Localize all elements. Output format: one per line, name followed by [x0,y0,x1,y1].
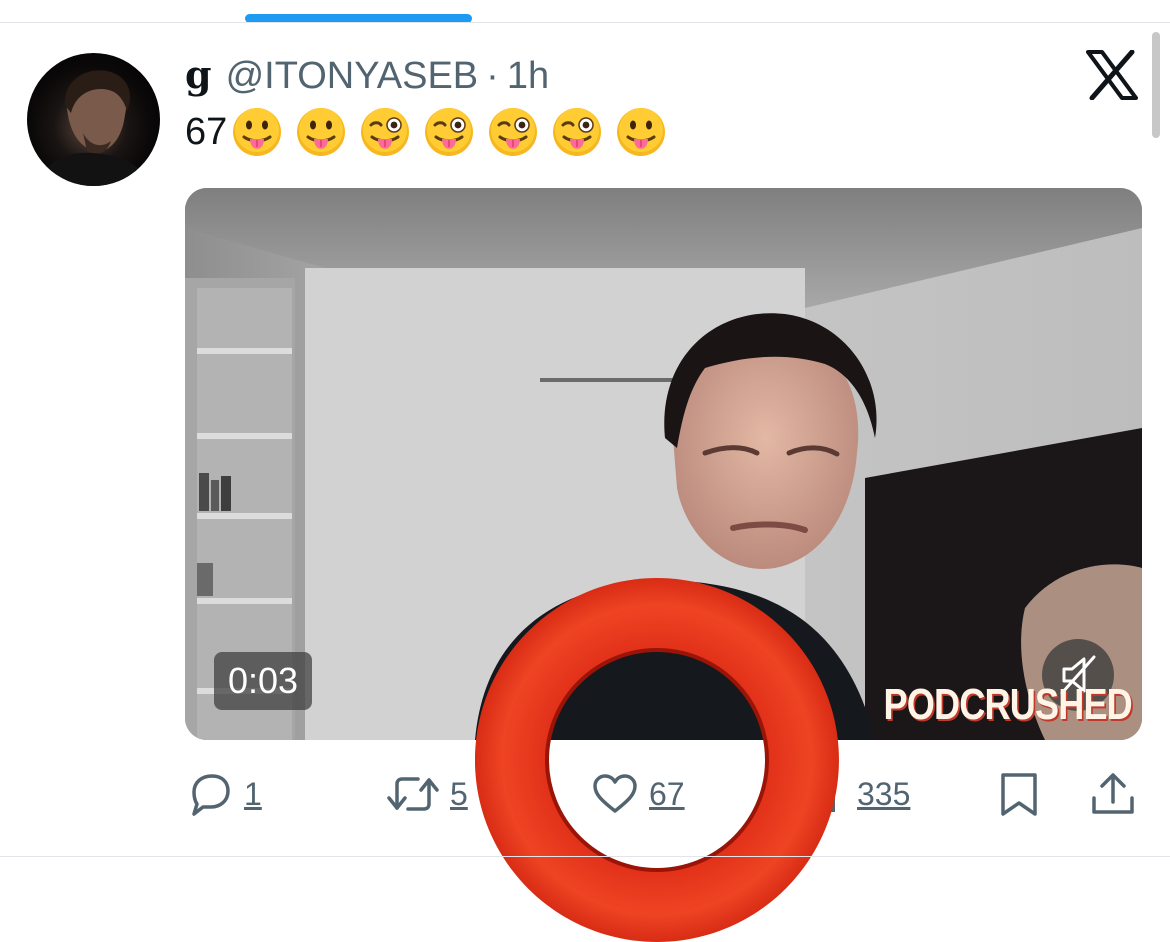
tweet-text-content: 67 [185,110,228,153]
x-logo-icon[interactable] [1086,50,1138,100]
retweet-action[interactable]: 5 [386,768,468,820]
tweet-text: 67 [185,106,679,158]
user-handle[interactable]: @ITONYASEB [226,55,479,98]
bookmark-icon [1001,773,1037,816]
retweet-count[interactable]: 5 [450,776,468,813]
display-name[interactable]: g [185,52,212,97]
emoji-row [231,106,679,158]
bottom-divider [0,856,1170,857]
scrollbar[interactable] [1152,32,1160,138]
share-button[interactable] [1090,768,1136,820]
bookmark-button[interactable] [996,768,1042,820]
video-timestamp: 0:03 [214,652,313,710]
views-count[interactable]: 335 [857,776,910,813]
video-watermark: PODCRUSHED [883,680,1133,729]
reply-icon [192,774,230,816]
tongue-out-emoji [233,108,282,156]
avatar[interactable] [27,53,160,186]
share-icon [1092,773,1134,814]
winking-tongue-emoji [489,108,538,156]
tongue-out-emoji [297,108,346,156]
reply-count[interactable]: 1 [244,776,262,813]
winking-tongue-emoji [553,108,602,156]
retweet-icon [387,777,439,811]
tweet-header: g @ITONYASEB · 1h [185,52,549,98]
winking-tongue-emoji [425,108,474,156]
tongue-out-emoji [617,108,666,156]
tweet-time[interactable]: 1h [507,55,549,98]
winking-tongue-emoji [361,108,410,156]
separator-dot: · [486,55,499,97]
highlight-ring [475,578,839,942]
top-divider [0,22,1170,23]
reply-action[interactable]: 1 [186,768,262,820]
